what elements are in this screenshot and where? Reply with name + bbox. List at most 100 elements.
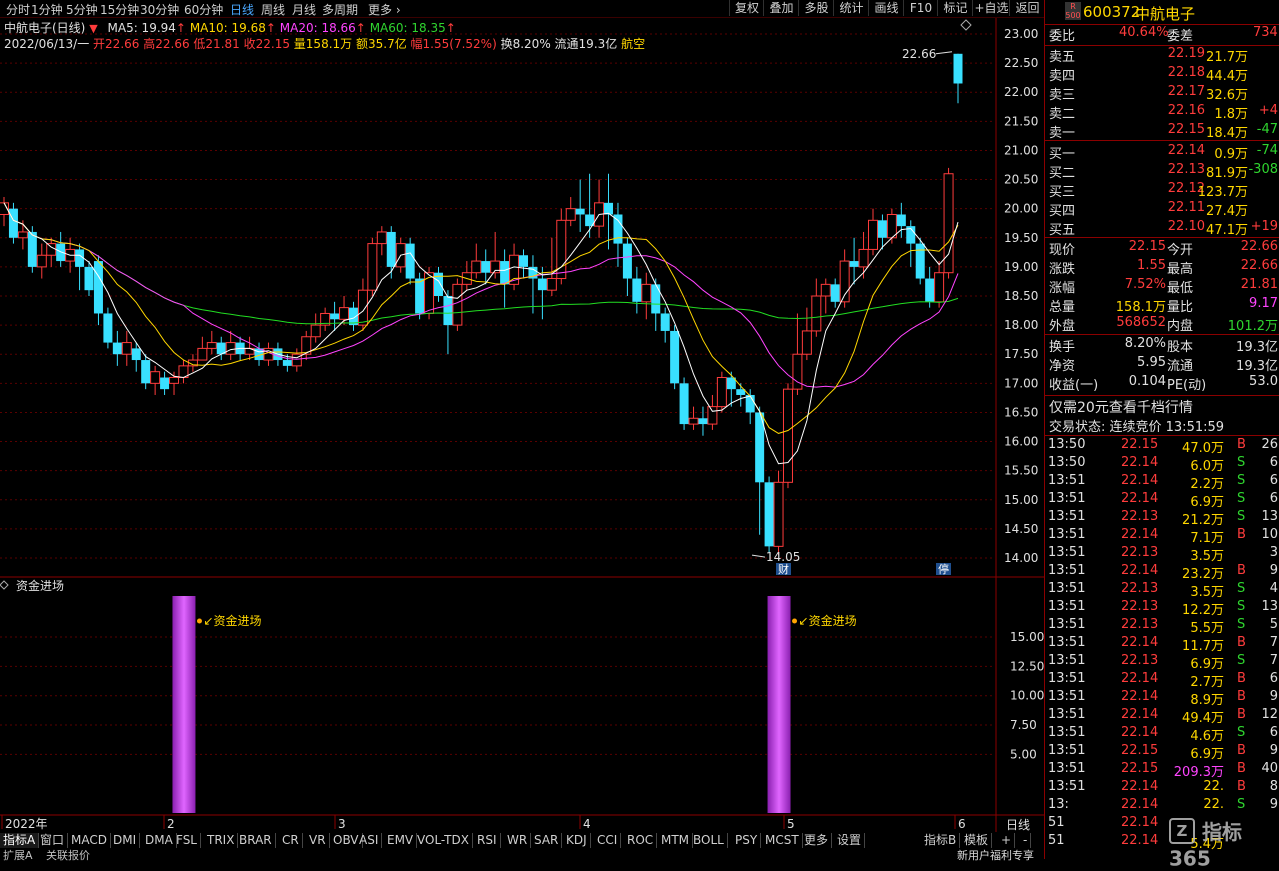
candle-body <box>519 255 529 267</box>
indicator-tab[interactable]: EMV <box>384 833 418 848</box>
stat-row: 涨幅 7.52% 最低 21.81 <box>1045 277 1279 296</box>
tick-count: 12 <box>1261 707 1278 722</box>
tick-count: 9 <box>1269 563 1278 578</box>
tick-price: 22.14 <box>1121 797 1159 812</box>
candle-down <box>651 278 661 331</box>
add-indicator-button[interactable]: + <box>998 833 1016 848</box>
indicator-tab[interactable]: TRIX <box>204 833 239 848</box>
period-tab-weekly[interactable]: 周线 <box>261 1 285 18</box>
tick-time: 13:51 <box>1048 473 1086 488</box>
candle-body <box>953 53 963 84</box>
indicator-tab[interactable]: BRAR <box>236 833 276 848</box>
indicator-tab[interactable]: BOLL <box>690 833 728 848</box>
ask-level-label: 卖二 <box>1049 107 1076 122</box>
candle-down <box>849 237 859 285</box>
period-tab-more[interactable]: 更多 › <box>368 1 401 18</box>
candle-body <box>604 202 614 215</box>
period-tab-daily[interactable]: 日线 <box>230 1 254 18</box>
indicator-tab[interactable]: CCI <box>594 833 622 848</box>
indicator-tab[interactable]: MCST <box>762 833 803 848</box>
candle-up <box>490 231 501 279</box>
stat-value: 19.3亿 <box>1236 340 1278 355</box>
indicator-tab[interactable]: 设置 <box>834 833 866 848</box>
kline-chart-area[interactable]: 中航电子(日线) ▼ MA5: 19.94↑ MA10: 19.68↑ MA20… <box>0 18 1044 832</box>
restore-rights-button[interactable]: 复权 <box>729 0 764 16</box>
indicator-tab[interactable]: 更多 <box>801 833 833 848</box>
indicator-tab[interactable]: CR <box>279 833 303 848</box>
indicator-tab[interactable]: ASI <box>356 833 383 848</box>
indicator-tab[interactable]: DMI <box>110 833 141 848</box>
stat-label: 涨跌 <box>1049 262 1076 277</box>
draw-line-button[interactable]: 画线 <box>868 0 904 16</box>
template-tab[interactable]: 模板 <box>961 833 993 848</box>
y-tick-label: 14.00 <box>1004 551 1038 565</box>
divider <box>1045 435 1279 436</box>
period-tab-60min[interactable]: 60分钟 <box>184 1 223 18</box>
related-quote-tab[interactable]: 关联报价 <box>46 850 90 861</box>
period-tab-15min[interactable]: 15分钟 <box>100 1 139 18</box>
indicator-tab[interactable]: PSY <box>732 833 762 848</box>
add-watchlist-button[interactable]: +自选 <box>972 0 1010 16</box>
indicator-tab[interactable]: VOL-TDX <box>414 833 473 848</box>
candle-body <box>75 249 85 267</box>
promo-link[interactable]: 仅需20元查看千档行情 <box>1045 397 1279 416</box>
indicator-tab[interactable]: DMA <box>142 833 177 848</box>
overlay-button[interactable]: 叠加 <box>763 0 799 16</box>
period-tab-fenshi[interactable]: 分时 <box>6 1 30 18</box>
period-tab-multi[interactable]: 多周期 <box>322 1 358 18</box>
candle-down <box>56 231 66 267</box>
candle-up <box>839 249 850 308</box>
stat-label: 涨幅 <box>1049 281 1076 296</box>
indicator-tab[interactable]: RSI <box>474 833 501 848</box>
indicator-tab[interactable]: SAR <box>531 833 563 848</box>
remove-indicator-button[interactable]: - <box>1020 833 1032 848</box>
fund-inflow-dot <box>196 618 202 624</box>
mark-button[interactable]: 标记 <box>937 0 973 16</box>
stat-value: 22.15 <box>1128 239 1166 254</box>
stat-value: 21.81 <box>1240 277 1278 292</box>
candle-up <box>150 365 161 395</box>
indicator-tab[interactable]: VR <box>306 833 330 848</box>
ask-delta: +4 <box>1258 103 1278 118</box>
indicator-tab[interactable]: KDJ <box>563 833 591 848</box>
tick-time: 13:50 <box>1048 437 1086 452</box>
indicator-tab[interactable]: FSL <box>173 833 201 848</box>
ask-volume: 18.4万 <box>1206 126 1248 141</box>
candle-up <box>178 360 189 384</box>
f10-button[interactable]: F10 <box>903 0 938 16</box>
period-tab-5min[interactable]: 5分钟 <box>66 1 98 18</box>
bid-price: 22.11 <box>1167 200 1205 215</box>
ma5-line <box>3 202 959 465</box>
period-tab-1min[interactable]: 1分钟 <box>31 1 63 18</box>
period-tab-30min[interactable]: 30分钟 <box>140 1 179 18</box>
indicator-tab[interactable]: ROC <box>624 833 658 848</box>
fund-inflow-dot <box>792 618 798 624</box>
indicator-tab[interactable]: MACD <box>68 833 111 848</box>
statistics-button[interactable]: 统计 <box>833 0 869 16</box>
indicator-toolbar: 指标A 窗口 MACD DMI DMA FSL TRIX BRAR CR VR OBV ASI EMV V… <box>0 832 1044 861</box>
candle-up <box>782 383 793 489</box>
bid-delta: +19 <box>1250 219 1278 234</box>
tick-count: 8 <box>1269 779 1278 794</box>
indicator-tab[interactable]: 指标A <box>0 833 40 848</box>
new-user-promo-link[interactable]: 新用户福利专享 <box>957 850 1034 861</box>
candle-body <box>415 278 425 314</box>
indicator-tab[interactable]: MTM <box>658 833 694 848</box>
y-tick-label: 17.50 <box>1004 347 1038 361</box>
tick-volume: 2.7万 <box>1190 675 1224 690</box>
indicator-tab[interactable]: 窗口 <box>37 833 69 848</box>
indicator-y-tick-label: 10.00 <box>1010 689 1044 703</box>
extension-a-tab[interactable]: 扩展A <box>3 850 33 861</box>
indicator-y-tick-label: 12.50 <box>1010 659 1044 673</box>
period-tab-monthly[interactable]: 月线 <box>292 1 316 18</box>
multi-stock-button[interactable]: 多股 <box>798 0 834 16</box>
candle-body <box>896 214 906 227</box>
ask-row: 卖二 22.16 1.8万 +4 <box>1045 103 1279 122</box>
bid-row: 买五 22.10 47.1万 +19 <box>1045 219 1279 238</box>
back-button[interactable]: 返回 <box>1009 0 1045 16</box>
indicator-b-tab[interactable]: 指标B <box>921 833 961 848</box>
candle-body <box>782 388 793 483</box>
indicator-tab[interactable]: WR <box>504 833 532 848</box>
candle-body <box>651 284 661 314</box>
candle-up <box>310 313 321 343</box>
